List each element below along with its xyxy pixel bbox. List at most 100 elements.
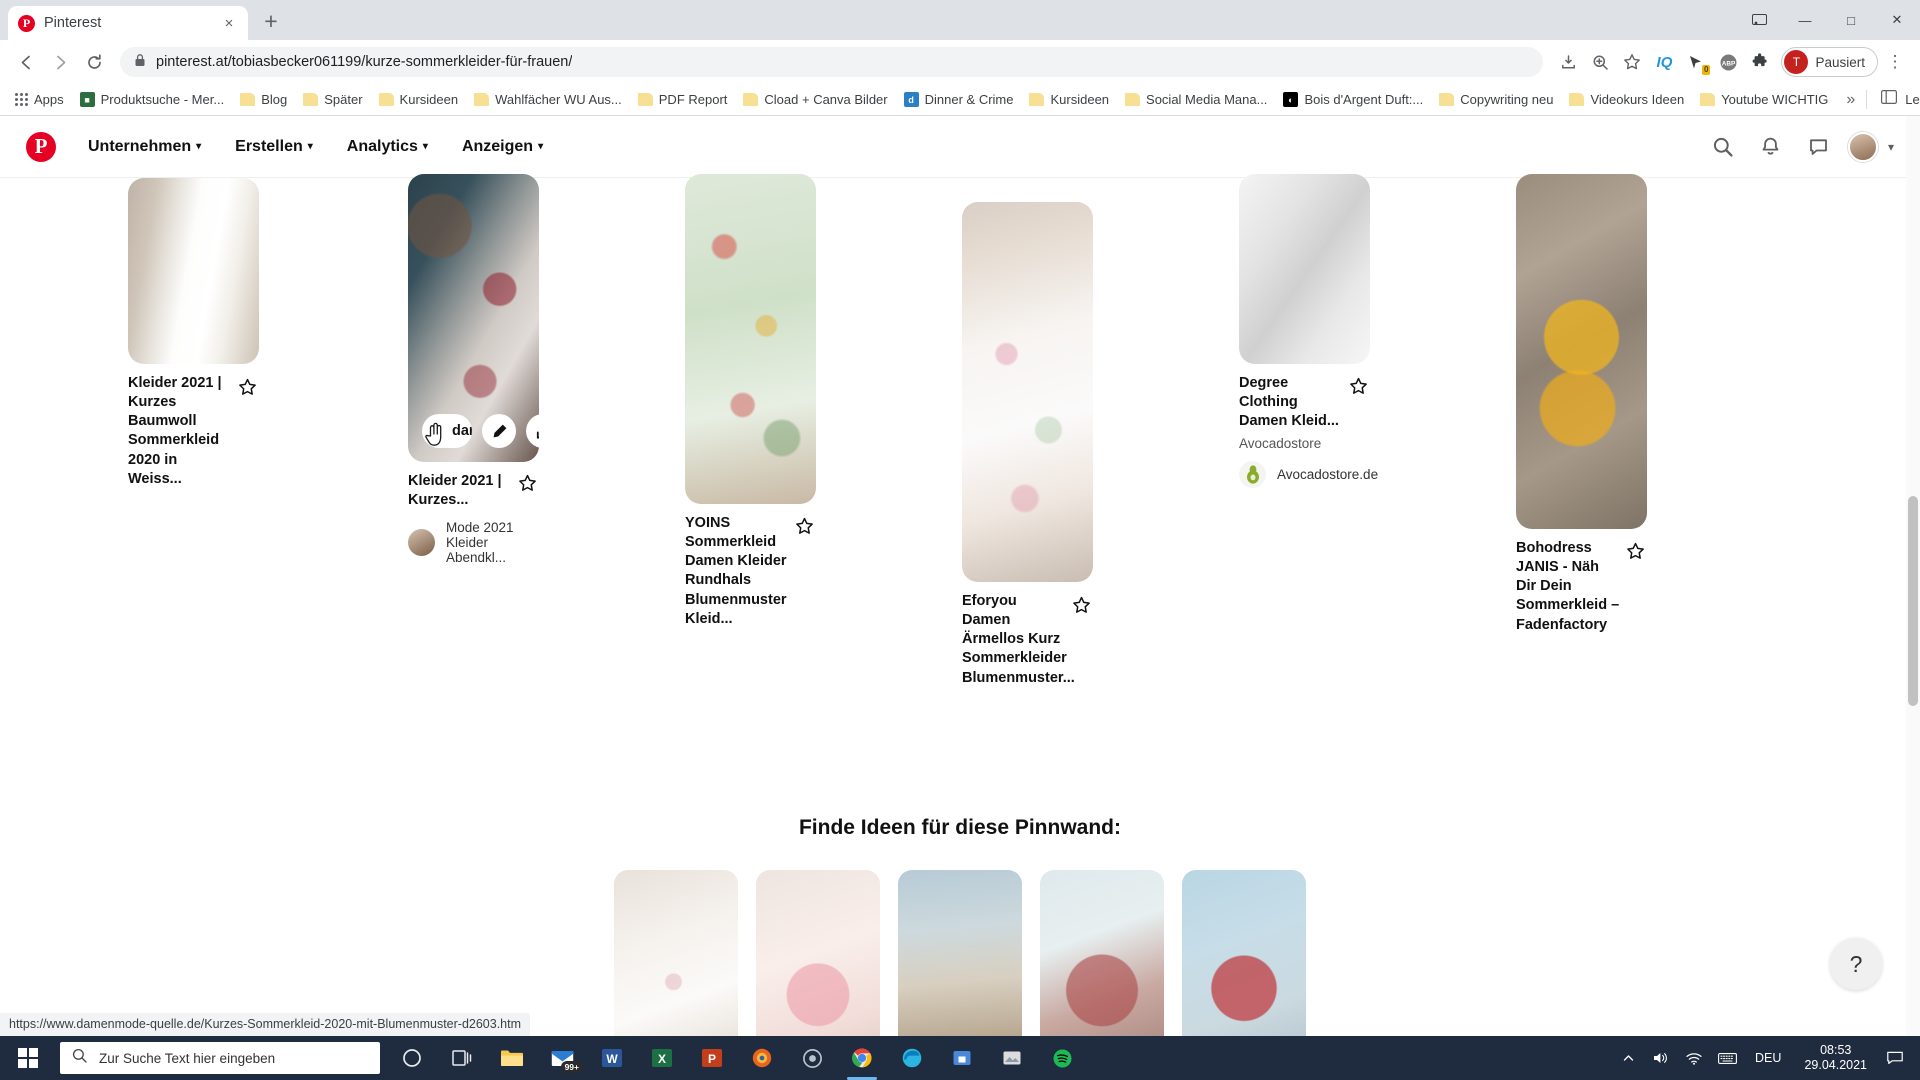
bookmark-label: Apps <box>34 92 64 107</box>
scrollbar-thumb[interactable] <box>1908 496 1918 706</box>
bookmark-star-icon[interactable] <box>1617 47 1647 77</box>
cortana-icon[interactable] <box>388 1036 436 1080</box>
messages-icon[interactable] <box>1800 128 1838 166</box>
bookmark-kursideen-1[interactable]: Kursideen <box>372 89 466 110</box>
chrome-icon[interactable] <box>838 1036 886 1080</box>
bookmark-wahlfaecher[interactable]: Wahlfächer WU Aus... <box>467 89 629 110</box>
address-bar[interactable]: pinterest.at/tobiasbecker061199/kurze-so… <box>120 47 1544 77</box>
bookmark-spaeter[interactable]: Später <box>296 89 369 110</box>
pin-domain-row[interactable]: Avocadostore.de <box>1239 461 1378 489</box>
help-button[interactable]: ? <box>1830 938 1882 990</box>
pin-image[interactable] <box>962 202 1093 582</box>
tab-close-icon[interactable]: × <box>220 15 238 32</box>
wifi-icon[interactable] <box>1679 1036 1709 1080</box>
pin-source-row[interactable]: Mode 2021 Kleider Abendkl... <box>408 520 539 565</box>
powerpoint-icon[interactable]: P <box>688 1036 736 1080</box>
chrome-menu-icon[interactable]: ⋮ <box>1880 47 1910 77</box>
show-hidden-icons-button[interactable] <box>1613 1036 1643 1080</box>
zoom-icon[interactable] <box>1585 47 1615 77</box>
volume-icon[interactable] <box>1646 1036 1676 1080</box>
bookmark-cload-canva[interactable]: Cload + Canva Bilder <box>736 89 894 110</box>
mail-badge-count: 99+ <box>560 1061 583 1073</box>
pin-image[interactable] <box>1239 174 1370 364</box>
language-indicator[interactable]: DEU <box>1745 1051 1791 1065</box>
save-star-icon[interactable] <box>1349 377 1368 396</box>
bookmark-kursideen-2[interactable]: Kursideen <box>1022 89 1116 110</box>
save-star-icon[interactable] <box>795 517 814 536</box>
install-icon[interactable] <box>1553 47 1583 77</box>
bookmark-videokurs[interactable]: Videokurs Ideen <box>1562 89 1691 110</box>
pin-image[interactable] <box>1516 174 1647 529</box>
save-star-icon[interactable] <box>518 474 537 493</box>
spotify-icon[interactable] <box>1038 1036 1086 1080</box>
idea-card[interactable] <box>756 870 880 1036</box>
extensions-puzzle-icon[interactable] <box>1745 47 1775 77</box>
idea-card[interactable] <box>614 870 738 1036</box>
bookmark-apps[interactable]: Apps <box>8 89 71 110</box>
taskbar-clock[interactable]: 08:53 29.04.2021 <box>1794 1043 1877 1073</box>
page-scrollbar[interactable] <box>1906 116 1920 1036</box>
firefox-icon[interactable] <box>738 1036 786 1080</box>
pin-image[interactable]: damenmod... <box>408 174 539 462</box>
photos-icon[interactable] <box>988 1036 1036 1080</box>
loom-icon[interactable] <box>788 1036 836 1080</box>
folder-icon <box>637 93 653 106</box>
pin-image-yellow-floral-dress <box>1516 174 1647 529</box>
bookmark-social-media[interactable]: Social Media Mana... <box>1118 89 1274 110</box>
action-center-icon[interactable] <box>1880 1036 1910 1080</box>
profile-button[interactable]: T Pausiert <box>1781 47 1878 77</box>
pin-image[interactable] <box>128 178 259 364</box>
minimize-button[interactable]: — <box>1782 3 1828 37</box>
bookmark-produktsuche[interactable]: ■ Produktsuche - Mer... <box>73 89 232 110</box>
maximize-button[interactable]: □ <box>1828 3 1874 37</box>
nav-analytics[interactable]: Analytics ▾ <box>333 130 442 164</box>
reading-list-button[interactable]: Leseliste <box>1866 90 1920 109</box>
excel-icon[interactable]: X <box>638 1036 686 1080</box>
reload-button[interactable] <box>78 46 110 78</box>
browser-tab-pinterest[interactable]: P Pinterest × <box>8 6 248 40</box>
bookmarks-overflow-button[interactable]: » <box>1837 91 1864 109</box>
pin-image[interactable] <box>685 174 816 504</box>
pinterest-logo-icon[interactable]: P <box>26 131 56 162</box>
taskbar-search-input[interactable]: Zur Suche Text hier eingeben <box>60 1042 380 1074</box>
close-window-button[interactable]: ✕ <box>1874 3 1920 37</box>
nav-unternehmen[interactable]: Unternehmen ▾ <box>74 130 215 164</box>
nav-anzeigen[interactable]: Anzeigen ▾ <box>448 130 557 164</box>
file-explorer-icon[interactable] <box>488 1036 536 1080</box>
iq-extension-icon[interactable]: IQ <box>1649 47 1679 77</box>
save-star-icon[interactable] <box>1626 542 1645 561</box>
nav-erstellen[interactable]: Erstellen ▾ <box>221 130 327 164</box>
save-star-icon[interactable] <box>1072 596 1091 615</box>
bookmark-blog[interactable]: Blog <box>233 89 294 110</box>
idea-card[interactable] <box>898 870 1022 1036</box>
bookmark-pdf-report[interactable]: PDF Report <box>631 89 735 110</box>
idea-image-red-dotted-dress <box>1040 870 1164 1036</box>
task-view-icon[interactable] <box>438 1036 486 1080</box>
forward-button[interactable] <box>44 46 76 78</box>
ideas-heading: Finde Ideen für diese Pinnwand: <box>798 816 1122 839</box>
save-star-icon[interactable] <box>238 378 257 397</box>
word-icon[interactable]: W <box>588 1036 636 1080</box>
bookmark-label: Produktsuche - Mer... <box>100 92 225 107</box>
windows-start-icon[interactable] <box>4 1036 52 1080</box>
search-icon[interactable] <box>1704 128 1742 166</box>
avatar[interactable] <box>1847 131 1878 162</box>
keyboard-icon[interactable] <box>1712 1036 1742 1080</box>
extension-icon[interactable]: 0 <box>1681 47 1711 77</box>
edge-icon[interactable] <box>888 1036 936 1080</box>
bookmark-youtube-wichtig[interactable]: Youtube WICHTIG <box>1693 89 1835 110</box>
mail-icon[interactable]: 99+ <box>538 1036 586 1080</box>
new-tab-button[interactable]: + <box>254 4 288 38</box>
adblock-icon[interactable]: ABP <box>1713 47 1743 77</box>
bookmark-bois-dargent[interactable]: ◐ Bois d'Argent Duft:... <box>1276 89 1430 110</box>
idea-card[interactable] <box>1182 870 1306 1036</box>
notifications-bell-icon[interactable] <box>1752 128 1790 166</box>
idea-card[interactable] <box>1040 870 1164 1036</box>
pencil-icon[interactable] <box>482 414 516 448</box>
store-icon[interactable] <box>938 1036 986 1080</box>
cast-icon[interactable] <box>1736 3 1782 37</box>
account-chevron-down-icon[interactable]: ▾ <box>1888 140 1894 154</box>
bookmark-copywriting[interactable]: Copywriting neu <box>1432 89 1560 110</box>
back-button[interactable] <box>10 46 42 78</box>
bookmark-dinner-crime[interactable]: d Dinner & Crime <box>897 89 1021 110</box>
